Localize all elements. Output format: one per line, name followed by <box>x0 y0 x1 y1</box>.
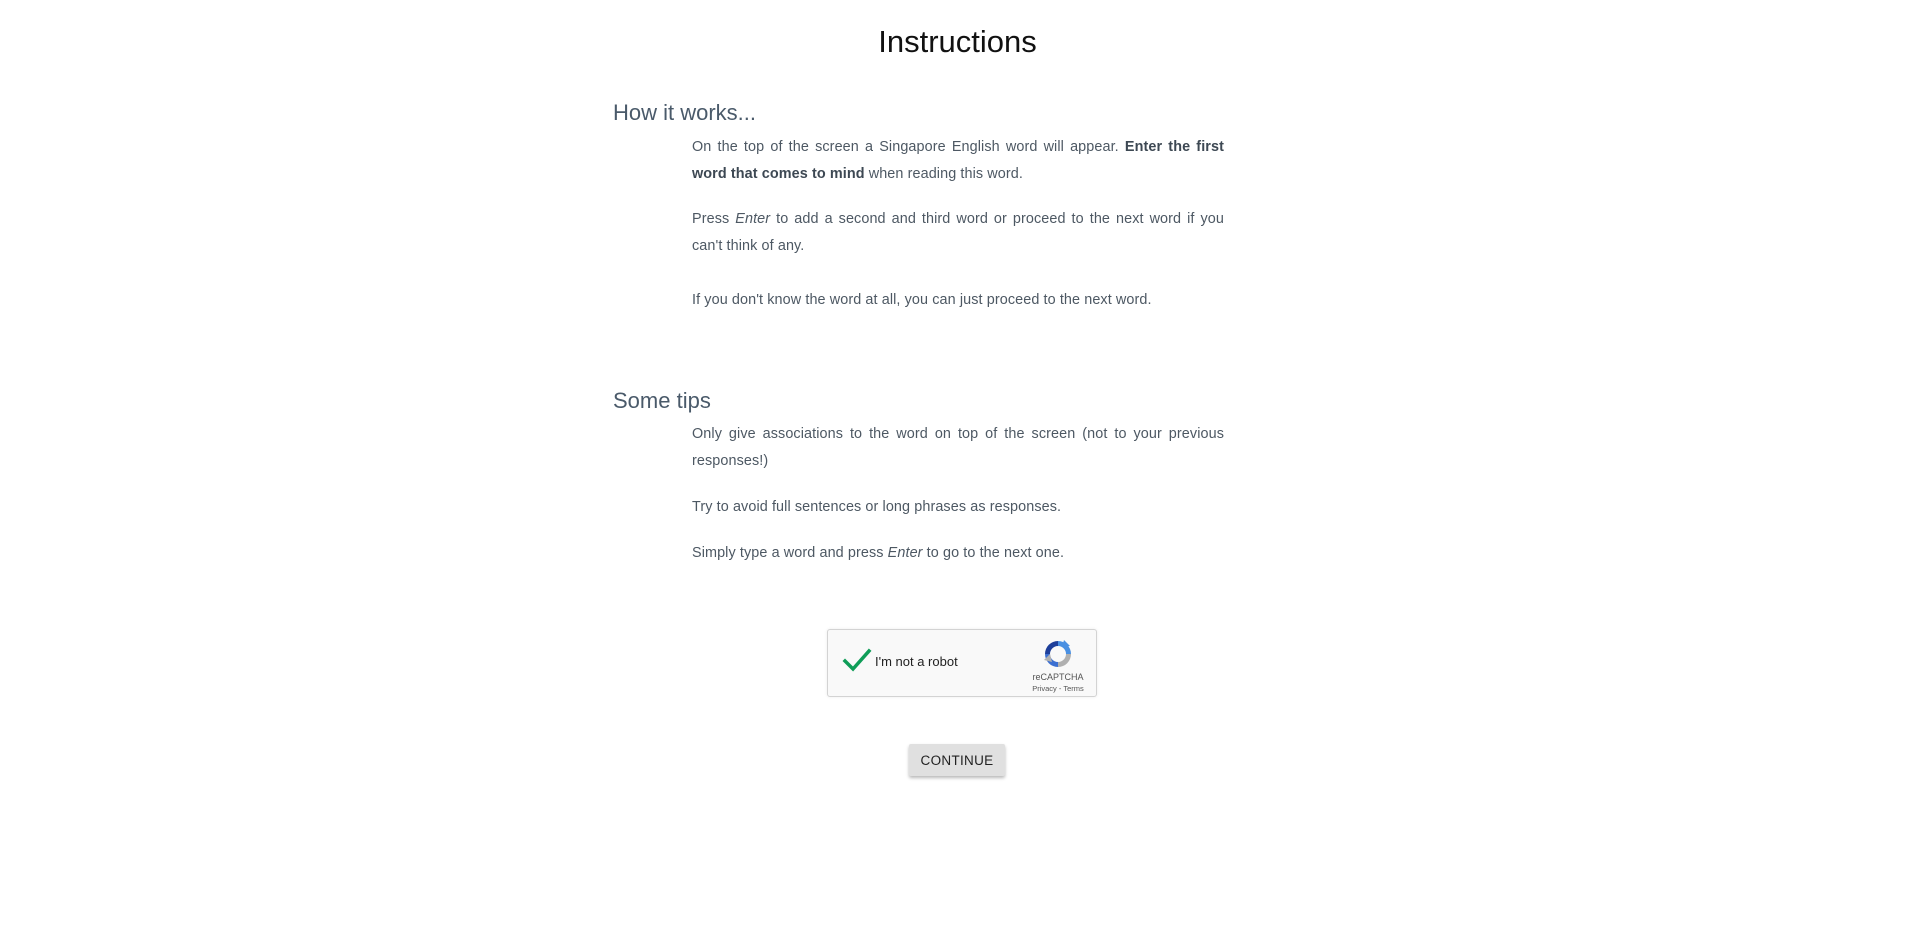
recaptcha-label: I'm not a robot <box>875 654 958 669</box>
p1-text-end: when reading this word. <box>864 166 1023 182</box>
tip-3-text-end: to go to the next one. <box>922 545 1065 561</box>
privacy-link[interactable]: Privacy <box>1032 684 1057 693</box>
checkmark-icon[interactable] <box>842 646 872 676</box>
p2-enter-key: Enter <box>735 211 771 227</box>
tip-3-text-start: Simply type a word and press <box>692 545 888 561</box>
how-it-works-heading: How it works... <box>613 100 757 125</box>
recaptcha-brand: reCAPTCHA <box>1032 672 1084 682</box>
continue-button[interactable]: CONTINUE <box>909 744 1005 776</box>
page-title: Instructions <box>878 24 1037 59</box>
tip-3-enter-key: Enter <box>887 545 923 561</box>
p2-text-end: to add a second and third word or procee… <box>692 211 1224 254</box>
how-it-works-paragraph-2: Press Enter to add a second and third wo… <box>692 206 1224 260</box>
tip-2: Try to avoid full sentences or long phra… <box>692 499 1062 515</box>
recaptcha-logo-icon <box>1044 640 1071 667</box>
some-tips-heading: Some tips <box>613 388 711 413</box>
recaptcha-widget: I'm not a robot reCAPTCHA Privacy - Term… <box>827 629 1097 697</box>
p1-text-start: On the top of the screen a Singapore Eng… <box>692 139 1125 155</box>
how-it-works-paragraph-1: On the top of the screen a Singapore Eng… <box>692 134 1224 188</box>
terms-link[interactable]: Terms <box>1063 684 1083 693</box>
p2-text-start: Press <box>692 211 736 227</box>
how-it-works-paragraph-3: If you don't know the word at all, you c… <box>692 292 1152 308</box>
tip-3: Simply type a word and press Enter to go… <box>692 540 1224 567</box>
recaptcha-links: Privacy - Terms <box>1024 684 1092 693</box>
tip-1: Only give associations to the word on to… <box>692 426 1224 469</box>
